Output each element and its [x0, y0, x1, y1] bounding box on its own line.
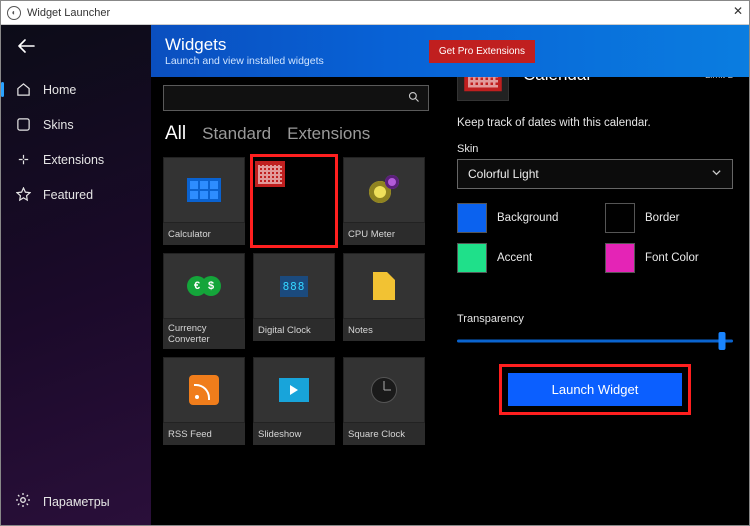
widget-tile-label: Notes — [343, 319, 425, 341]
sidebar-item-label: Home — [43, 83, 76, 97]
detail-description: Keep track of dates with this calendar. — [457, 117, 733, 129]
digitalclock-icon: 888 — [253, 253, 335, 319]
sidebar-item-extensions[interactable]: Extensions — [1, 144, 151, 175]
swatch-grid: Background Border Accent Font Color — [457, 203, 733, 273]
swatch-label: Font Color — [645, 252, 699, 264]
swatch-font-color[interactable]: Font Color — [605, 243, 733, 273]
swatch-label: Accent — [497, 252, 532, 264]
widget-tile-currency[interactable]: €$Currency Converter — [163, 253, 245, 349]
widget-tile-label: CPU Meter — [343, 223, 425, 245]
search-input[interactable] — [172, 91, 408, 105]
squareclock-icon — [343, 357, 425, 423]
notes-icon — [343, 253, 425, 319]
skin-value: Colorful Light — [468, 167, 539, 181]
header-subtitle: Launch and view installed widgets — [165, 55, 324, 67]
star-icon — [15, 187, 31, 202]
sidebar-settings[interactable]: Параметры — [1, 482, 151, 525]
slider-thumb[interactable] — [718, 332, 725, 350]
widget-tile-cpu[interactable]: CPU Meter — [343, 157, 425, 245]
calculator-icon — [163, 157, 245, 223]
widget-tile-notes[interactable]: Notes — [343, 253, 425, 349]
color-box — [605, 243, 635, 273]
window: ◐ Widget Launcher ✕ Home Skins Extensi — [0, 0, 750, 526]
launch-button[interactable]: Launch Widget — [508, 373, 683, 406]
widget-tile-calculator[interactable]: Calculator — [163, 157, 245, 245]
close-button[interactable]: ✕ — [733, 4, 743, 18]
arrow-left-icon — [17, 39, 35, 53]
header-title: Widgets — [165, 35, 324, 55]
search-icon — [408, 91, 420, 106]
gear-icon — [15, 492, 31, 511]
slider-track — [457, 340, 733, 343]
extensions-icon — [15, 152, 31, 167]
skin-select[interactable]: Colorful Light — [457, 159, 733, 189]
sidebar: Home Skins Extensions Featured Парам — [1, 25, 151, 525]
widget-tile-slideshow[interactable]: Slideshow — [253, 357, 335, 445]
color-box — [457, 203, 487, 233]
cpu-icon — [343, 157, 425, 223]
body: Home Skins Extensions Featured Парам — [1, 25, 749, 525]
sidebar-item-label: Extensions — [43, 153, 104, 167]
get-pro-button[interactable]: Get Pro Extensions — [429, 40, 535, 63]
launch-highlight: Launch Widget — [502, 367, 689, 412]
detail-panel: Calendar Limit 2 Keep track of dates wit… — [441, 77, 749, 525]
widget-tile-label: Square Clock — [343, 423, 425, 445]
skin-label: Skin — [457, 143, 733, 155]
nav: Home Skins Extensions Featured — [1, 68, 151, 216]
widget-tile-label: Calculator — [163, 223, 245, 245]
swatch-label: Border — [645, 212, 680, 224]
rss-icon — [163, 357, 245, 423]
titlebar: ◐ Widget Launcher ✕ — [1, 1, 749, 25]
detail-icon — [457, 77, 509, 101]
swatch-background[interactable]: Background — [457, 203, 585, 233]
widget-tile-digitalclock[interactable]: 888Digital Clock — [253, 253, 335, 349]
sidebar-item-label: Skins — [43, 118, 74, 132]
widget-tile-label: RSS Feed — [163, 423, 245, 445]
app-icon: ◐ — [7, 6, 21, 20]
calendar-highlight: Calendar — [253, 157, 335, 245]
widget-grid: Calculator Calendar CPU Meter €$Currency Co… — [163, 153, 429, 445]
color-box — [605, 203, 635, 233]
currency-icon: €$ — [163, 253, 245, 319]
header: Widgets Launch and view installed widget… — [151, 25, 749, 77]
window-title: Widget Launcher — [27, 7, 110, 19]
detail-name: Calendar — [523, 77, 592, 85]
calendar-icon — [464, 77, 502, 91]
main: Widgets Launch and view installed widget… — [151, 25, 749, 525]
sidebar-item-skins[interactable]: Skins — [1, 109, 151, 140]
swatch-accent[interactable]: Accent — [457, 243, 585, 273]
gallery: All Standard Extensions Calculator Calend… — [151, 77, 441, 525]
widget-tile-label: Currency Converter — [163, 319, 245, 349]
widget-tile-label: Slideshow — [253, 423, 335, 445]
back-button[interactable] — [1, 25, 151, 68]
sidebar-item-featured[interactable]: Featured — [1, 179, 151, 210]
calendar-icon — [253, 157, 335, 191]
swatch-label: Background — [497, 212, 558, 224]
chevron-down-icon — [711, 167, 722, 181]
widget-tile-squareclock[interactable]: Square Clock — [343, 357, 425, 445]
tab-extensions[interactable]: Extensions — [287, 124, 370, 144]
tab-all[interactable]: All — [165, 123, 186, 145]
search-box[interactable] — [163, 85, 429, 111]
sidebar-settings-label: Параметры — [43, 495, 110, 509]
widget-tile-rss[interactable]: RSS Feed — [163, 357, 245, 445]
content: All Standard Extensions Calculator Calend… — [151, 77, 749, 525]
slideshow-icon — [253, 357, 335, 423]
detail-limit: Limit 2 — [705, 77, 733, 81]
home-icon — [15, 82, 31, 97]
widget-tile-label: Digital Clock — [253, 319, 335, 341]
color-box — [457, 243, 487, 273]
tab-standard[interactable]: Standard — [202, 124, 271, 144]
widget-tile-label: Calendar — [253, 191, 335, 209]
swatch-border[interactable]: Border — [605, 203, 733, 233]
sidebar-item-label: Featured — [43, 188, 93, 202]
transparency-slider[interactable] — [457, 331, 733, 351]
transparency-label: Transparency — [457, 313, 733, 325]
category-tabs: All Standard Extensions — [163, 111, 429, 153]
sidebar-item-home[interactable]: Home — [1, 74, 151, 105]
skins-icon — [15, 117, 31, 132]
